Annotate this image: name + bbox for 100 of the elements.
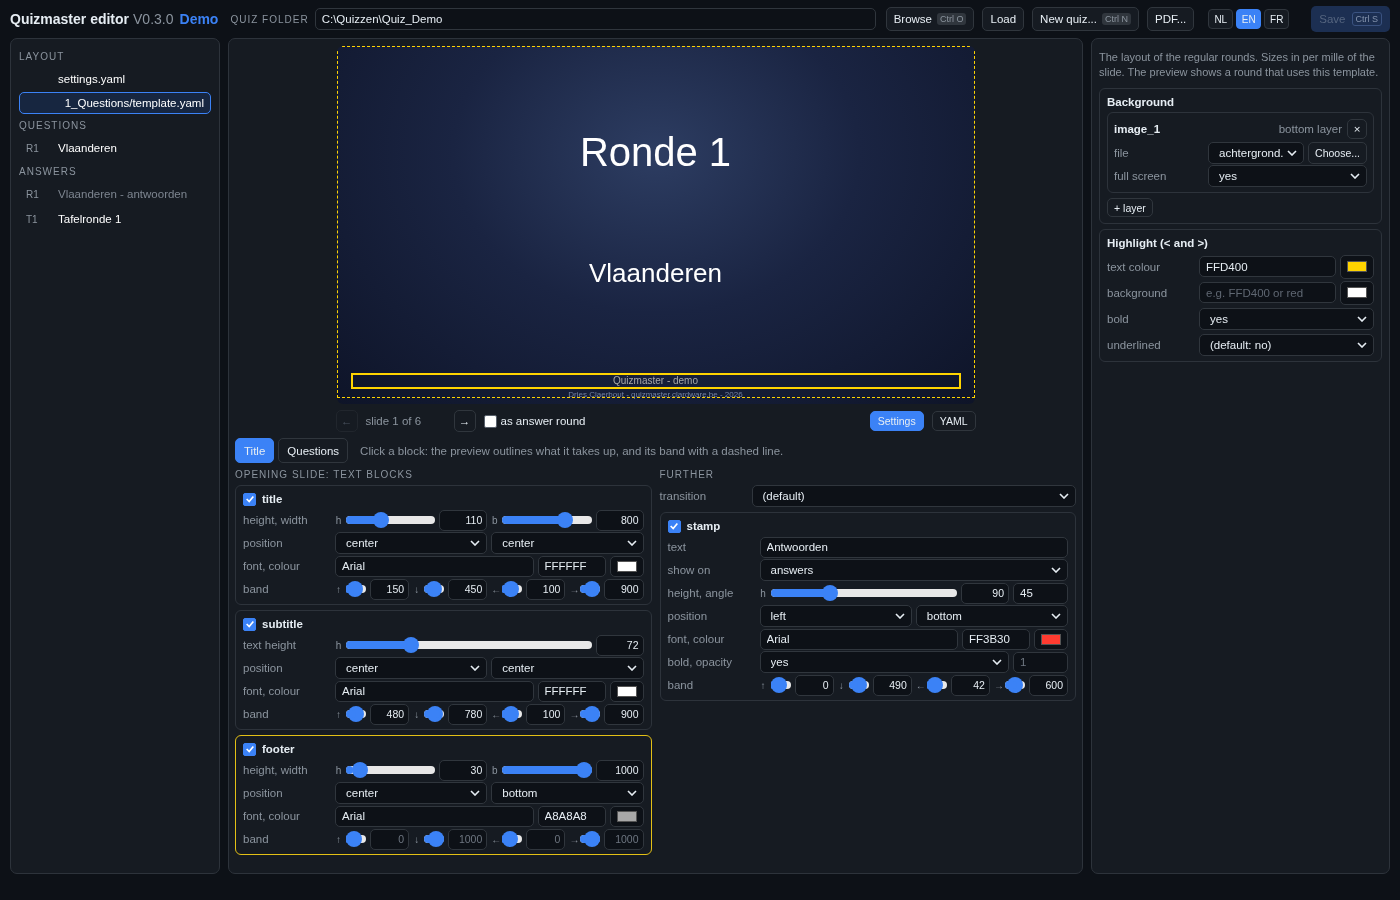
number-field[interactable]: 110 [439, 509, 488, 531]
item-label: settings.yaml [58, 73, 126, 85]
checkbox[interactable] [667, 519, 681, 533]
checkbox[interactable] [243, 617, 256, 631]
slider[interactable] [346, 762, 436, 778]
slider[interactable] [502, 831, 523, 847]
slider[interactable] [346, 581, 366, 597]
checkbox[interactable] [243, 492, 256, 506]
add-layer-button[interactable]: + layer [1107, 198, 1153, 217]
number-field[interactable]: 780 [448, 703, 488, 725]
number-field[interactable]: 490 [872, 674, 912, 696]
number-field[interactable]: 150 [370, 578, 410, 600]
dropdown[interactable]: center [335, 782, 488, 804]
checkbox[interactable] [243, 742, 256, 756]
colour-field[interactable]: FFFFFF [537, 680, 606, 702]
number-field[interactable]: 45 [1013, 582, 1068, 604]
app-title: Quizmaster editor [10, 11, 130, 27]
language-button[interactable]: NL [1208, 9, 1234, 29]
dropdown[interactable]: bottom [915, 605, 1068, 627]
text-field[interactable]: Arial [335, 555, 534, 577]
slider[interactable] [770, 677, 791, 693]
colour-field[interactable]: A8A8A8 [537, 805, 606, 827]
text-field[interactable]: e.g. FFD400 or red [1199, 282, 1336, 303]
dropdown[interactable]: (default) [751, 485, 1076, 507]
number-field[interactable]: 100 [526, 703, 566, 725]
slider[interactable] [424, 581, 445, 597]
toolbar-button[interactable]: PDF... [1146, 7, 1195, 31]
choose-button[interactable]: Choose... [1308, 142, 1367, 164]
language-button[interactable]: FR [1264, 9, 1290, 29]
slider[interactable] [1004, 677, 1025, 693]
toolbar-button[interactable]: Browse Ctrl O [885, 7, 975, 31]
slider[interactable] [346, 831, 366, 847]
number-field[interactable]: 1000 [595, 759, 644, 781]
number-field[interactable]: 90 [961, 582, 1009, 604]
number-field[interactable]: 450 [448, 578, 488, 600]
slider[interactable] [502, 706, 523, 722]
dropdown[interactable]: yes [1199, 307, 1374, 330]
checkbox[interactable] [483, 414, 497, 428]
slider[interactable] [926, 677, 947, 693]
dropdown[interactable]: center [491, 657, 644, 679]
slider[interactable] [502, 581, 523, 597]
number-field[interactable]: 600 [1028, 674, 1068, 696]
dropdown[interactable]: yes [1208, 165, 1367, 187]
text-field[interactable]: Antwoorden [759, 536, 1068, 558]
dropdown[interactable]: left [759, 605, 912, 627]
dropdown[interactable]: center [491, 532, 644, 554]
dropdown[interactable]: center [335, 657, 488, 679]
view-button[interactable]: YAML [931, 411, 976, 431]
number-field[interactable]: 72 [595, 634, 644, 656]
dropdown[interactable]: achtergrond. [1208, 142, 1305, 164]
colour-field[interactable]: FF3B30 [962, 628, 1030, 650]
colour-picker[interactable] [609, 680, 644, 702]
slider[interactable] [770, 585, 957, 601]
dropdown[interactable]: bottom [491, 782, 644, 804]
slider[interactable] [580, 581, 601, 597]
sidebar-item[interactable]: R1 Vlaanderen [19, 136, 211, 160]
colour-picker[interactable] [1340, 280, 1374, 305]
slider[interactable] [580, 831, 601, 847]
sidebar-item[interactable]: T1 Tafelronde 1 [19, 207, 211, 231]
slider[interactable] [580, 706, 601, 722]
text-field[interactable]: Arial [335, 805, 534, 827]
number-field[interactable]: 900 [604, 578, 644, 600]
text-field[interactable]: FFD400 [1199, 256, 1336, 277]
colour-picker[interactable] [609, 555, 644, 577]
slider[interactable] [848, 677, 869, 693]
text-field[interactable]: Arial [759, 628, 958, 650]
sidebar-item[interactable]: settings.yaml [19, 67, 211, 91]
number-field[interactable]: 0 [794, 674, 834, 696]
close-button[interactable]: × [1347, 119, 1367, 139]
block-card[interactable]: subtitle text height h 72 position center center font, colour Arial FFFFFF band ↑ 480 ↓ 780 ← 100 → 900 [235, 610, 652, 730]
colour-picker[interactable] [1340, 254, 1374, 279]
text-field[interactable]: Arial [335, 680, 534, 702]
toolbar-button[interactable]: Load [982, 7, 1025, 31]
sidebar-item[interactable]: 1_Questions/template.yaml [19, 92, 211, 114]
dropdown[interactable]: (default: no) [1199, 333, 1374, 356]
number-field[interactable]: 900 [604, 703, 644, 725]
next-button[interactable]: → [453, 410, 476, 432]
number-field[interactable]: 30 [439, 759, 488, 781]
dropdown[interactable]: center [335, 532, 488, 554]
slider[interactable] [346, 706, 366, 722]
number-field[interactable]: 480 [370, 703, 410, 725]
colour-field[interactable]: FFFFFF [537, 555, 606, 577]
block-card[interactable]: title height, width h 110 b 800 position center center font, colour Arial FFFFFF band ↑ 150 ↓ 450 ← 100 → 900 [235, 485, 652, 605]
number-field[interactable]: 42 [950, 674, 990, 696]
slider[interactable] [424, 706, 445, 722]
slider[interactable] [346, 637, 592, 653]
slider[interactable] [502, 762, 592, 778]
toolbar-button[interactable]: New quiz... Ctrl N [1032, 7, 1139, 31]
slider[interactable] [424, 831, 445, 847]
number-field[interactable]: 800 [595, 509, 644, 531]
number-field[interactable]: 100 [526, 578, 566, 600]
folder-field[interactable]: C:\Quizzen\Quiz_Demo [314, 8, 876, 30]
dropdown[interactable]: yes [759, 651, 1009, 673]
slider[interactable] [346, 512, 436, 528]
slider[interactable] [502, 512, 592, 528]
field-label: font, colour [667, 633, 726, 645]
dropdown[interactable]: answers [759, 559, 1068, 581]
tab[interactable]: Questions [278, 438, 349, 463]
colour-picker[interactable] [609, 805, 644, 827]
axis-label: ↑ [759, 679, 767, 691]
